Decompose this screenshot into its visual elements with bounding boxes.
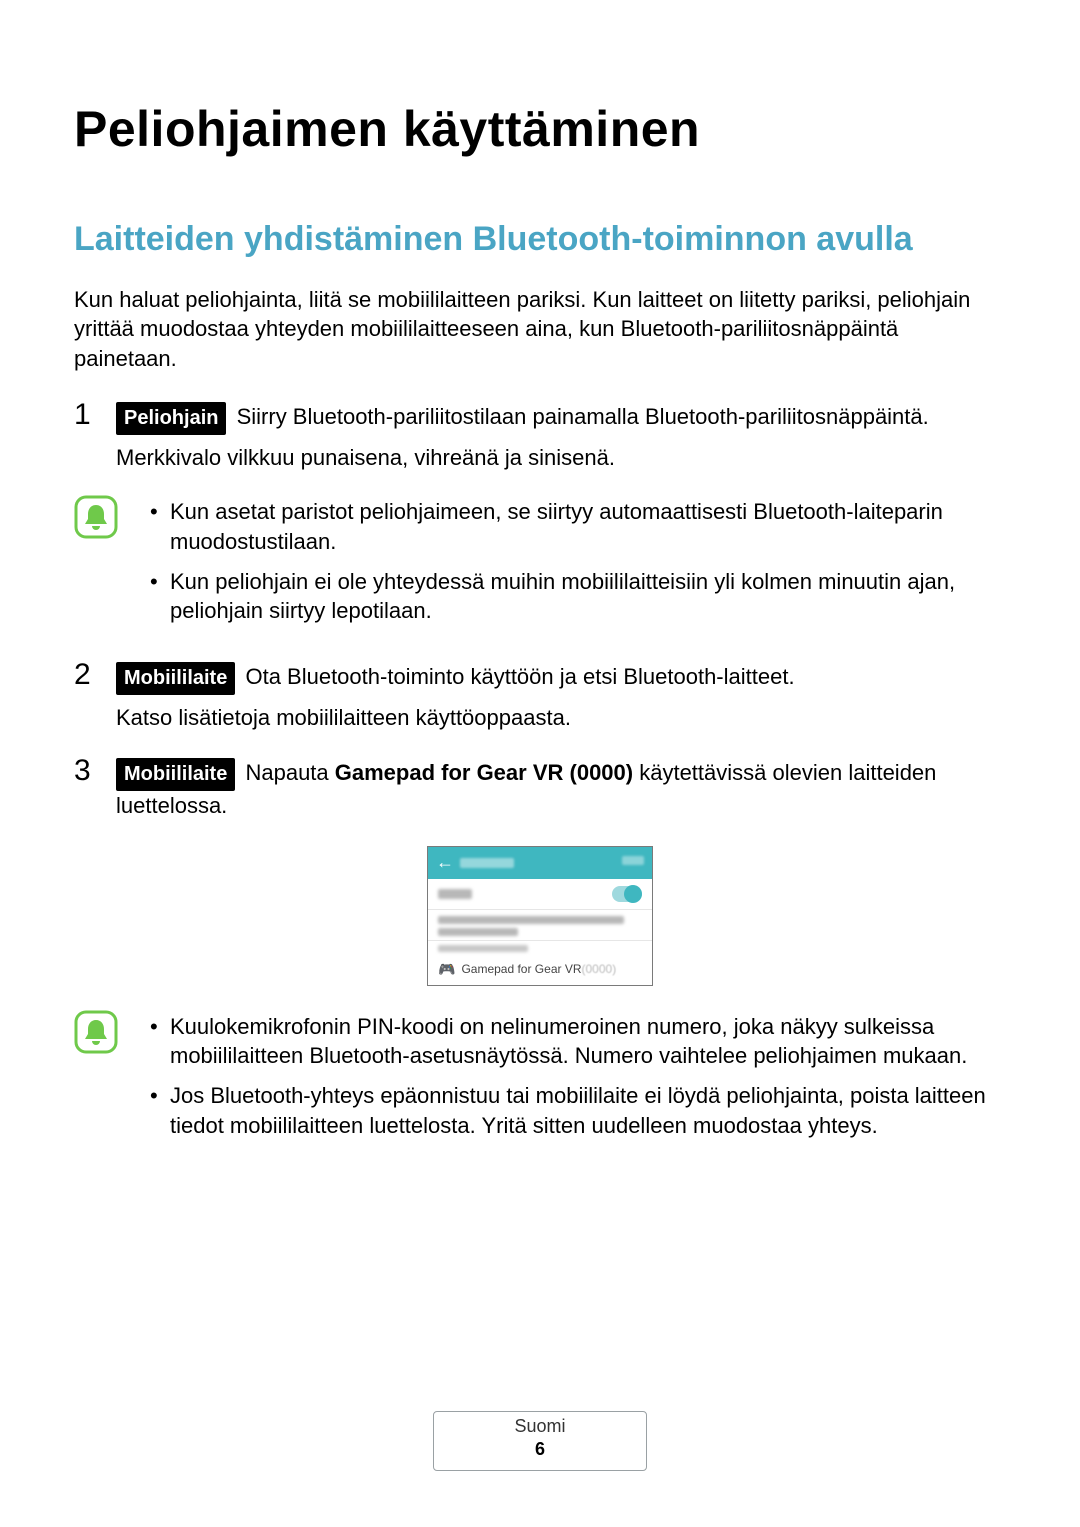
step-number: 1: [74, 398, 91, 432]
device-name-label: Gamepad for Gear VR: [461, 962, 581, 976]
page: Peliohjaimen käyttäminen Laitteiden yhdi…: [0, 0, 1080, 1527]
phone-header-more-blur: [622, 856, 644, 865]
step-2: 2 Mobiililaite Ota Bluetooth-toiminto kä…: [74, 662, 1006, 734]
note-body: Kun asetat paristot peliohjaimeen, se si…: [150, 497, 1006, 636]
blur-text: [438, 945, 528, 952]
phone-frame: ← 🎮 Gamepad for Gear VR (0000): [427, 846, 653, 986]
step-line: Mobiililaite Napauta Gamepad for Gear VR…: [116, 758, 1006, 822]
gamepad-icon: 🎮: [438, 961, 455, 978]
step-1: 1 Peliohjain Siirry Bluetooth-pariliitos…: [74, 402, 1006, 474]
pill-mobiililaite: Mobiililaite: [116, 662, 235, 695]
pill-mobiililaite: Mobiililaite: [116, 758, 235, 791]
device-name-suffix: (0000): [582, 962, 617, 976]
step-text-devicename: Gamepad for Gear VR (0000): [335, 760, 633, 785]
step-line: Merkkivalo vilkkuu punaisena, vihreänä j…: [116, 443, 1006, 474]
footer-language: Suomi: [514, 1416, 565, 1437]
phone-description-blur: [428, 910, 652, 941]
step-text: Ota Bluetooth-toiminto käyttöön ja etsi …: [245, 664, 794, 689]
note-bullet: Kun asetat paristot peliohjaimeen, se si…: [150, 497, 1006, 556]
pill-peliohjain: Peliohjain: [116, 402, 226, 435]
step-text-prefix: Napauta: [245, 760, 334, 785]
footer-box: Suomi 6: [433, 1411, 646, 1471]
note-block: Kun asetat paristot peliohjaimeen, se si…: [74, 497, 1006, 636]
section-heading: Laitteiden yhdistäminen Bluetooth-toimin…: [74, 218, 1006, 261]
note-bullet: Jos Bluetooth-yhteys epäonnistuu tai mob…: [150, 1081, 1006, 1140]
blur-text: [438, 916, 624, 924]
step-number: 2: [74, 658, 91, 692]
note-block: Kuulokemikrofonin PIN-koodi on nelinumer…: [74, 1012, 1006, 1151]
phone-screenshot: ← 🎮 Gamepad for Gear VR (0000): [74, 846, 1006, 986]
step-line: Peliohjain Siirry Bluetooth-pariliitosti…: [116, 402, 1006, 435]
blur-text: [438, 889, 472, 899]
phone-section-label-blur: [428, 941, 652, 954]
step-line: Mobiililaite Ota Bluetooth-toiminto käyt…: [116, 662, 1006, 695]
phone-device-row: 🎮 Gamepad for Gear VR (0000): [428, 954, 652, 985]
note-bell-icon: [74, 495, 118, 539]
blur-text: [438, 928, 518, 936]
page-title: Peliohjaimen käyttäminen: [74, 100, 1006, 158]
phone-header: ←: [428, 847, 652, 879]
phone-header-title-blur: [460, 858, 514, 868]
step-3: 3 Mobiililaite Napauta Gamepad for Gear …: [74, 758, 1006, 822]
note-bullet: Kun peliohjain ei ole yhteydessä muihin …: [150, 567, 1006, 626]
intro-paragraph: Kun haluat peliohjainta, liitä se mobiil…: [74, 285, 1006, 374]
note-bell-icon: [74, 1010, 118, 1054]
page-footer: Suomi 6: [0, 1411, 1080, 1471]
step-text: Siirry Bluetooth-pariliitostilaan painam…: [237, 404, 929, 429]
toggle-on-icon: [612, 886, 642, 902]
phone-toggle-row: [428, 879, 652, 910]
note-bullet: Kuulokemikrofonin PIN-koodi on nelinumer…: [150, 1012, 1006, 1071]
footer-page-number: 6: [514, 1439, 565, 1460]
step-line: Katso lisätietoja mobiililaitteen käyttö…: [116, 703, 1006, 734]
note-body: Kuulokemikrofonin PIN-koodi on nelinumer…: [150, 1012, 1006, 1151]
step-number: 3: [74, 754, 91, 788]
back-arrow-icon: ←: [436, 852, 454, 873]
